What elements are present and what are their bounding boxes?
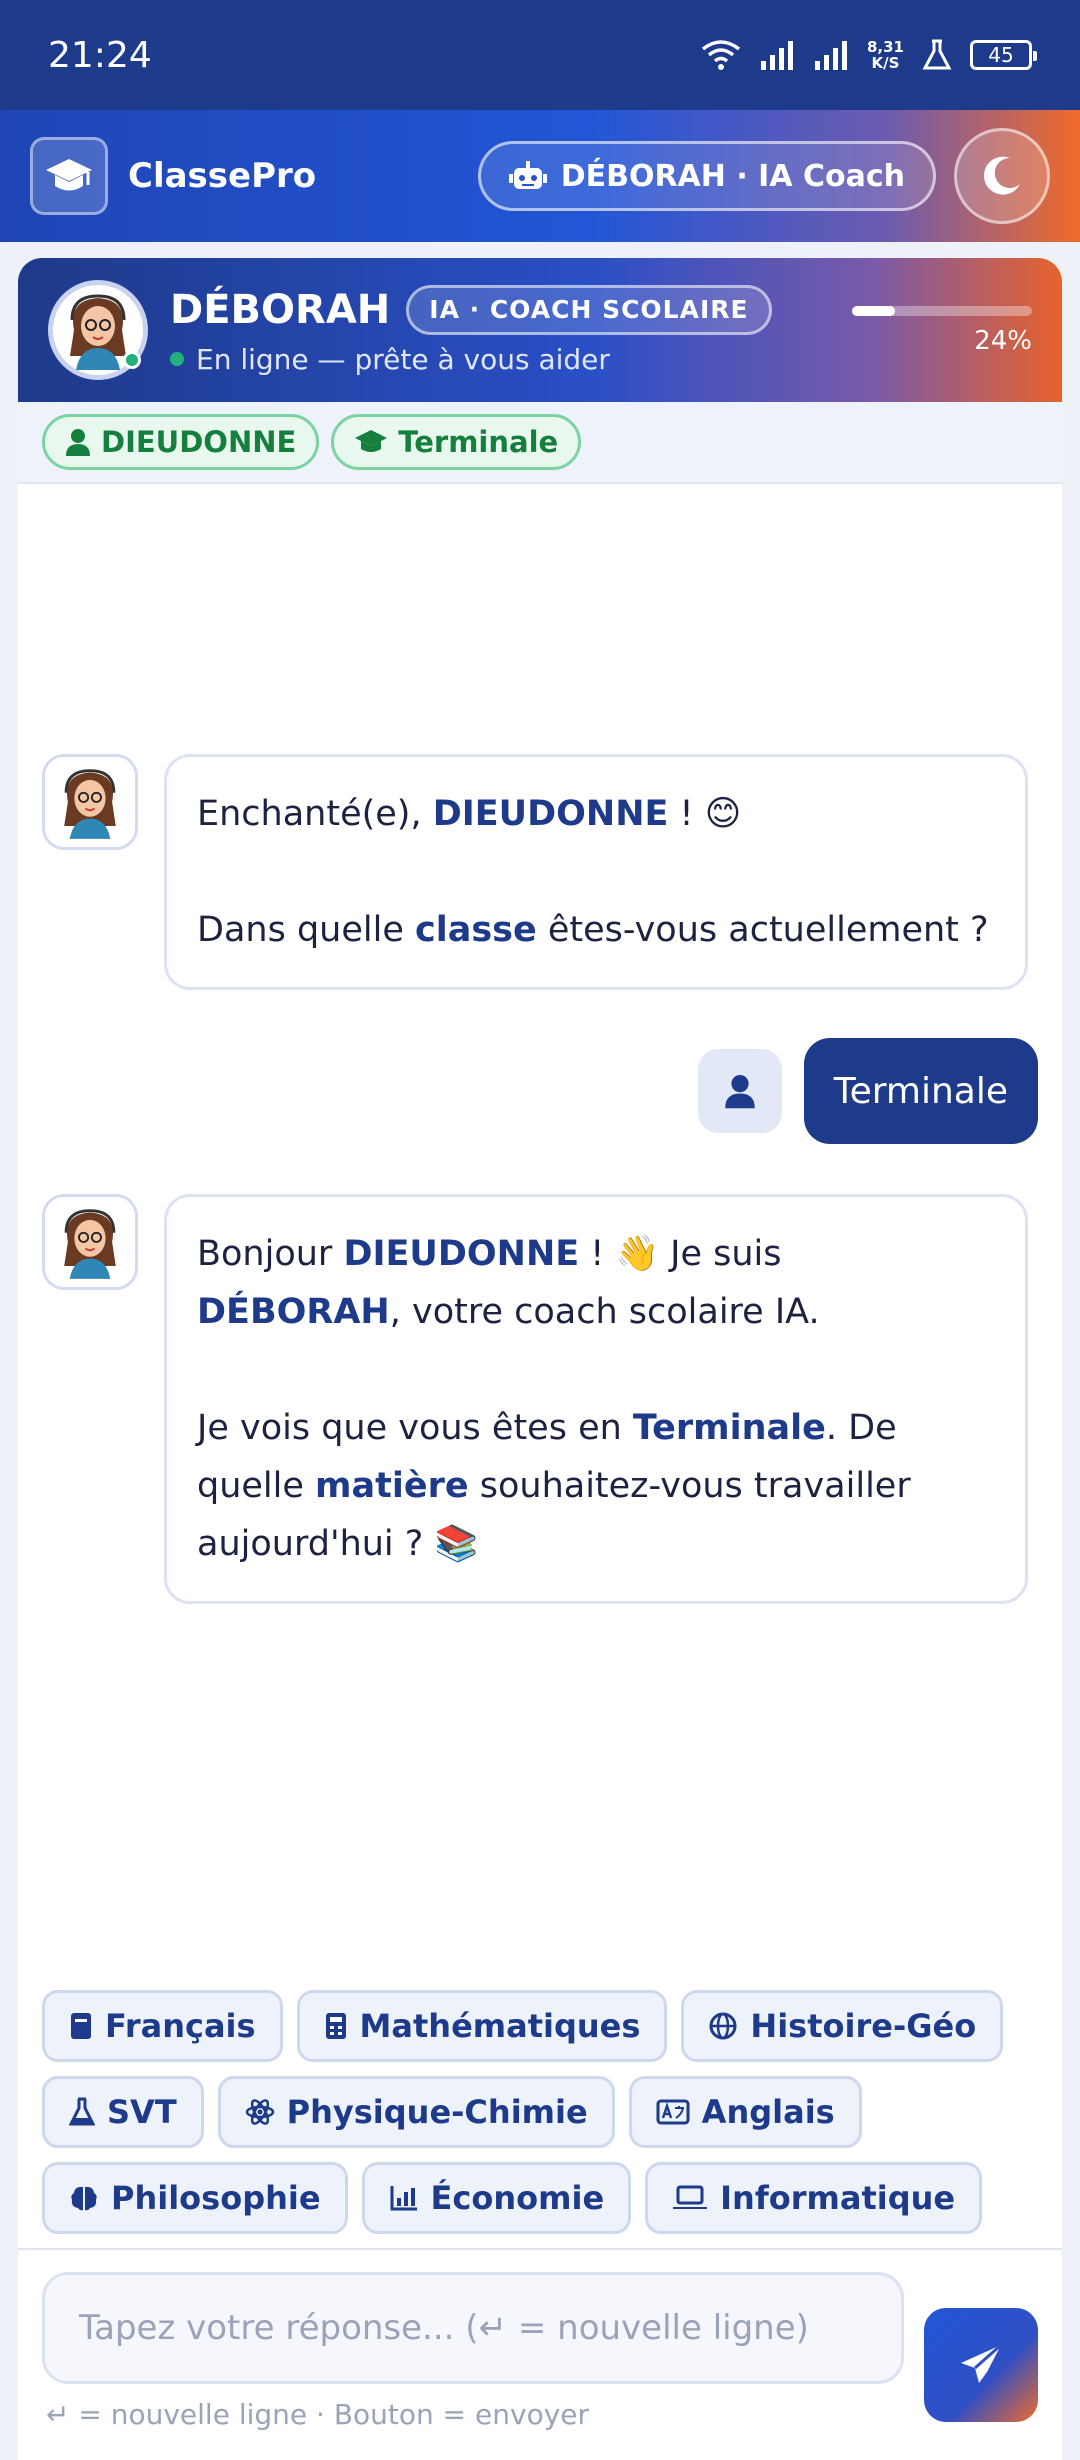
bot-message: Bonjour DIEUDONNE ! 👋 Je suis DÉBORAH, v… [42, 1194, 1028, 1604]
student-tag: DIEUDONNE [42, 414, 320, 470]
graduation-cap-icon [46, 159, 92, 191]
coach-pill-label: DÉBORAH · IA Coach [560, 158, 905, 194]
subject-chip-francais[interactable]: Français [42, 1990, 283, 2062]
signal-icon [760, 41, 793, 70]
user-message: Terminale [697, 1038, 1038, 1144]
robot-icon [508, 161, 547, 189]
subject-chip-economie[interactable]: Économie [361, 2162, 632, 2234]
chart-icon [390, 2186, 417, 2211]
lab-flask-icon [922, 39, 952, 70]
moon-icon [983, 156, 1020, 195]
coach-avatar [48, 280, 148, 380]
coach-pill-button[interactable]: DÉBORAH · IA Coach [477, 141, 936, 211]
battery-indicator: 45 [970, 40, 1037, 70]
coach-header: DÉBORAH IA · COACH SCOLAIRE En ligne — p… [18, 258, 1062, 402]
student-name: DIEUDONNE [101, 425, 297, 459]
globe-icon [709, 2012, 737, 2040]
subject-chip-anglais[interactable]: Anglais [628, 2076, 862, 2148]
message-line: Dans quelle classe êtes-vous actuellemen… [197, 910, 989, 950]
progress-track [852, 306, 1032, 316]
level-tag: Terminale [331, 414, 582, 470]
coach-info: DÉBORAH IA · COACH SCOLAIRE En ligne — p… [170, 284, 772, 376]
subject-chip-mathematiques[interactable]: Mathématiques [296, 1990, 668, 2062]
progress-fill [852, 306, 896, 316]
progress-percent: 24% [974, 326, 1032, 356]
status-dot [170, 352, 184, 366]
context-tags: DIEUDONNE Terminale [18, 402, 1062, 484]
message-paragraph: Je vois que vous êtes en Terminale. De q… [197, 1408, 911, 1564]
calculator-icon [325, 2013, 346, 2039]
graduation-cap-icon [355, 430, 388, 452]
session-progress: 24% [852, 306, 1032, 356]
coach-role-badge: IA · COACH SCOLAIRE [406, 284, 772, 335]
message-paragraph: Bonjour DIEUDONNE ! 👋 Je suis DÉBORAH, v… [197, 1234, 820, 1332]
flask-icon [69, 2097, 95, 2126]
app-brand: ClassePro [128, 156, 317, 196]
message-composer: Tapez votre réponse... (↵ = nouvelle lig… [18, 2248, 1062, 2460]
subject-chips: Français Mathématiques Histoire-Géo SVT … [42, 1990, 1042, 2248]
user-avatar [697, 1049, 782, 1133]
subject-chip-histoire-geo[interactable]: Histoire-Géo [681, 1990, 1004, 2062]
wifi-icon [701, 40, 741, 70]
atom-icon [245, 2099, 274, 2125]
bot-bubble: Enchanté(e), DIEUDONNE ! 😊 Dans quelle c… [164, 754, 1028, 990]
book-icon [71, 2013, 91, 2039]
paper-plane-icon [961, 2343, 1002, 2383]
subject-chip-physique-chimie[interactable]: Physique-Chimie [217, 2076, 615, 2148]
network-speed: 8,31 K/S [866, 38, 904, 72]
subject-chip-informatique[interactable]: Informatique [645, 2162, 983, 2234]
message-input[interactable]: Tapez votre réponse... (↵ = nouvelle lig… [42, 2272, 904, 2384]
dark-mode-toggle[interactable] [954, 128, 1050, 224]
status-time: 21:24 [48, 34, 152, 76]
coach-name: DÉBORAH [170, 286, 391, 333]
signal-icon-2 [814, 41, 847, 70]
bot-message: Enchanté(e), DIEUDONNE ! 😊 Dans quelle c… [42, 754, 1028, 990]
coach-avatar-illustration [64, 1209, 116, 1279]
status-bar: 21:24 8,31 K/S 45 [0, 0, 1080, 110]
coach-avatar-small [42, 754, 138, 850]
message-line: Enchanté(e), DIEUDONNE ! 😊 [197, 794, 742, 834]
send-button[interactable] [924, 2308, 1038, 2422]
user-bubble: Terminale [803, 1038, 1038, 1144]
laptop-icon [673, 2185, 708, 2209]
subject-chip-svt[interactable]: SVT [42, 2076, 204, 2148]
brain-icon [71, 2186, 97, 2211]
coach-status-text: En ligne — prête à vous aider [196, 342, 610, 376]
language-icon [656, 2099, 690, 2125]
subject-chip-philosophie[interactable]: Philosophie [42, 2162, 348, 2234]
coach-avatar-small [42, 1194, 138, 1290]
online-indicator [123, 351, 141, 369]
chat-card: DÉBORAH IA · COACH SCOLAIRE En ligne — p… [18, 258, 1062, 2460]
status-icons: 8,31 K/S 45 [701, 38, 1037, 72]
coach-avatar-illustration [64, 769, 116, 839]
bot-bubble: Bonjour DIEUDONNE ! 👋 Je suis DÉBORAH, v… [164, 1194, 1028, 1604]
level-name: Terminale [398, 425, 559, 459]
composer-hint: ↵ = nouvelle ligne · Bouton = envoyer [46, 2398, 590, 2431]
user-icon [724, 1075, 755, 1109]
message-input-placeholder: Tapez votre réponse... (↵ = nouvelle lig… [79, 2308, 809, 2348]
app-logo [30, 137, 108, 215]
user-icon [66, 429, 90, 456]
coach-status: En ligne — prête à vous aider [170, 343, 772, 376]
app-header: ClassePro DÉBORAH · IA Coach [0, 110, 1080, 242]
